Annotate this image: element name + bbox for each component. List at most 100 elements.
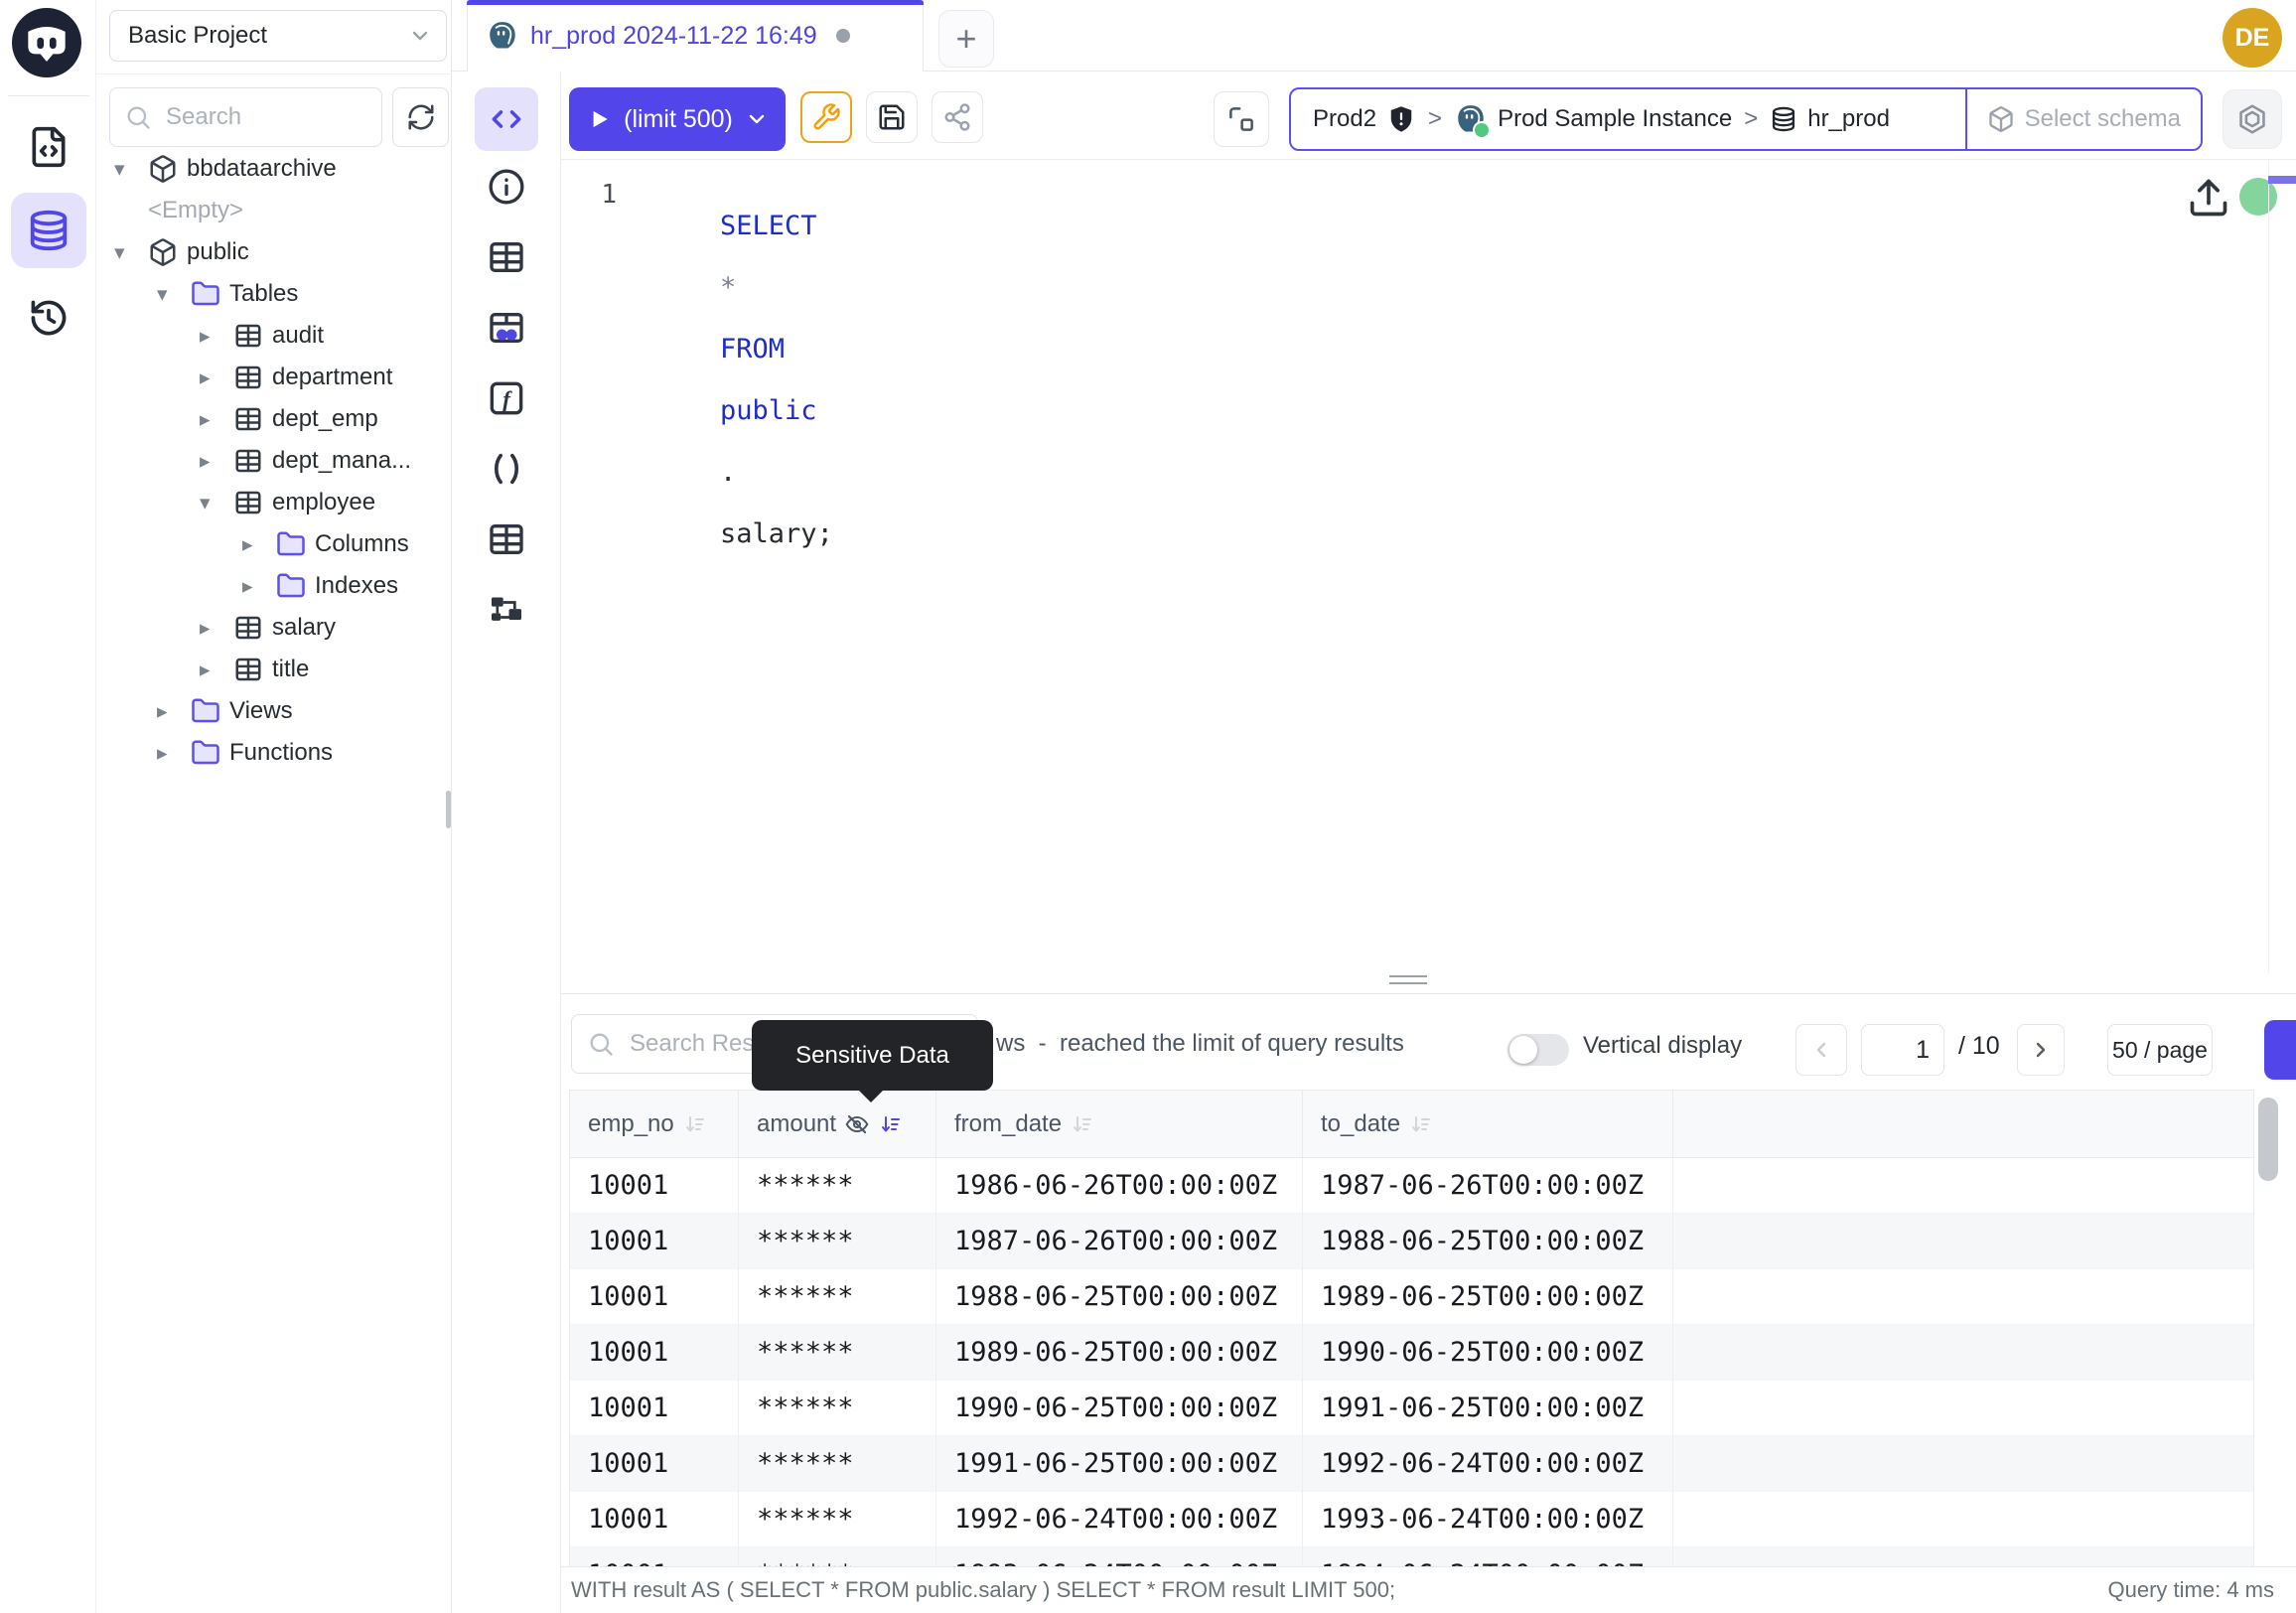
result-row[interactable]: 10001 ****** 1992-06-24T00:00:00Z 1993-0… — [570, 1492, 2253, 1547]
result-row[interactable]: 10001 ****** 1987-06-26T00:00:00Z 1988-0… — [570, 1214, 2253, 1269]
executed-statement: WITH result AS ( SELECT * FROM public.sa… — [571, 1577, 1395, 1603]
tree-item[interactable]: ▸ Indexes — [96, 565, 452, 607]
avatar[interactable]: DE — [2223, 8, 2282, 68]
tree-item[interactable]: ▸ salary — [96, 607, 452, 649]
cell-from-date: 1992-06-24T00:00:00Z — [936, 1492, 1303, 1547]
export-button[interactable] — [2264, 1020, 2296, 1080]
tree-item[interactable]: ▾ Tables — [96, 273, 452, 315]
code-view-button[interactable] — [475, 87, 538, 151]
results-scrollbar[interactable] — [2258, 1098, 2278, 1181]
new-tab-button[interactable]: + — [938, 10, 994, 68]
tree-item[interactable]: ▸ dept_emp — [96, 398, 452, 440]
connection-breadcrumb[interactable]: Prod2 > Prod Sample Instance > hr_prod S… — [1289, 87, 2203, 151]
sql-editor[interactable]: 1 SELECT * FROM public . salary; — [561, 159, 2296, 973]
cell-emp-no: 10001 — [570, 1214, 739, 1269]
tree-caret[interactable]: ▸ — [157, 699, 191, 724]
sidebar-resize-handle[interactable] — [446, 791, 451, 828]
sql-token: public — [720, 395, 817, 426]
vertical-display-toggle[interactable] — [1507, 1034, 1569, 1066]
save-icon — [877, 102, 907, 132]
tree-item[interactable]: ▸ audit — [96, 315, 452, 357]
tree-item[interactable]: ▸ Views — [96, 690, 452, 732]
sort-icon[interactable] — [878, 1112, 902, 1136]
sort-icon[interactable] — [1408, 1112, 1432, 1136]
troubleshoot-button[interactable] — [800, 91, 852, 143]
format-sql-button[interactable] — [1214, 91, 1269, 147]
bytebase-logo-icon[interactable] — [12, 8, 81, 77]
tree-caret[interactable]: ▸ — [200, 449, 233, 474]
limit-notice: ws - reached the limit of query results — [996, 1030, 1404, 1058]
result-row[interactable]: 10001 ****** 1986-06-26T00:00:00Z 1987-0… — [570, 1158, 2253, 1214]
tree-item[interactable]: ▸ dept_mana... — [96, 440, 452, 482]
search-icon — [587, 1030, 615, 1058]
prev-page-button[interactable] — [1795, 1024, 1847, 1076]
function-icon[interactable] — [487, 378, 526, 418]
table-search-icon[interactable] — [487, 308, 526, 348]
column-header-label: amount — [757, 1110, 836, 1138]
result-row[interactable]: 10001 ****** 1990-06-25T00:00:00Z 1991-0… — [570, 1381, 2253, 1436]
sort-icon[interactable] — [1070, 1112, 1093, 1136]
cell-empty — [1673, 1547, 2253, 1567]
eye-off-icon[interactable] — [844, 1111, 870, 1137]
tree-item[interactable]: ▾ employee — [96, 482, 452, 523]
tree-caret[interactable]: ▸ — [200, 658, 233, 682]
table-icon[interactable] — [487, 519, 526, 559]
postgres-icon — [1454, 102, 1488, 136]
tree-caret[interactable]: ▸ — [200, 366, 233, 390]
tree-item[interactable]: <Empty> — [96, 190, 452, 231]
column-header[interactable]: emp_no — [570, 1091, 739, 1157]
info-icon[interactable] — [487, 167, 526, 207]
tree-caret[interactable]: ▸ — [157, 741, 191, 766]
page-size-select[interactable]: 50 / page — [2107, 1024, 2213, 1076]
file-code-icon[interactable] — [27, 125, 71, 169]
chevron-down-icon[interactable] — [745, 107, 769, 131]
tree-caret[interactable]: ▸ — [200, 407, 233, 432]
parens-icon[interactable] — [487, 449, 526, 489]
tree-item[interactable]: ▾ public — [96, 231, 452, 273]
column-header[interactable]: to_date — [1303, 1091, 1673, 1157]
column-header[interactable]: amount — [739, 1091, 936, 1157]
sql-code-line[interactable]: SELECT * FROM public . salary; — [655, 180, 833, 580]
tree-item[interactable]: ▸ department — [96, 357, 452, 398]
ai-assistant-button[interactable] — [2223, 89, 2282, 149]
column-header-label: emp_no — [588, 1110, 674, 1138]
result-row[interactable]: 10001 ****** 1989-06-25T00:00:00Z 1990-0… — [570, 1325, 2253, 1381]
column-header[interactable] — [1673, 1091, 2253, 1157]
tree-caret[interactable]: ▾ — [200, 491, 233, 515]
run-query-button[interactable]: (limit 500) — [569, 87, 786, 151]
column-header[interactable]: from_date — [936, 1091, 1303, 1157]
tree-item[interactable]: ▸ title — [96, 649, 452, 690]
history-icon[interactable] — [27, 296, 71, 340]
tree-caret[interactable]: ▸ — [200, 616, 233, 641]
tab-worksheet[interactable]: hr_prod 2024-11-22 16:49 — [467, 0, 924, 72]
result-row[interactable]: 10001 ****** 1993-06-24T00:00:00Z 1994-0… — [570, 1547, 2253, 1567]
tree-caret[interactable]: ▾ — [114, 157, 148, 182]
tree-item-label: salary — [272, 614, 336, 642]
page-number-input[interactable] — [1861, 1024, 1944, 1076]
panel-resize-handle[interactable] — [1389, 975, 1427, 989]
cell-from-date: 1986-06-26T00:00:00Z — [936, 1158, 1303, 1214]
save-button[interactable] — [866, 91, 918, 143]
result-row[interactable]: 10001 ****** 1988-06-25T00:00:00Z 1989-0… — [570, 1269, 2253, 1325]
next-page-button[interactable] — [2017, 1024, 2065, 1076]
schema-select[interactable]: Select schema — [1965, 89, 2201, 149]
tree-caret[interactable]: ▸ — [242, 532, 276, 557]
tree-item-label: Views — [229, 697, 293, 725]
sort-icon[interactable] — [682, 1112, 706, 1136]
refresh-button[interactable] — [392, 87, 449, 147]
database-icon[interactable] — [11, 193, 86, 268]
project-select[interactable]: Basic Project — [109, 10, 447, 62]
tree-item[interactable]: ▸ Columns — [96, 523, 452, 565]
upload-sheet-button[interactable] — [2187, 176, 2230, 220]
schema-icon[interactable] — [487, 590, 526, 630]
share-button[interactable] — [932, 91, 983, 143]
table-icon[interactable] — [487, 237, 526, 277]
tree-item[interactable]: ▾ bbdataarchive — [96, 148, 452, 190]
result-row[interactable]: 10001 ****** 1991-06-25T00:00:00Z 1992-0… — [570, 1436, 2253, 1492]
tree-caret[interactable]: ▸ — [200, 324, 233, 349]
tree-item[interactable]: ▸ Functions — [96, 732, 452, 774]
tree-caret[interactable]: ▸ — [242, 574, 276, 599]
schema-select-placeholder: Select schema — [2025, 105, 2181, 133]
tree-caret[interactable]: ▾ — [157, 282, 191, 307]
tree-caret[interactable]: ▾ — [114, 240, 148, 265]
